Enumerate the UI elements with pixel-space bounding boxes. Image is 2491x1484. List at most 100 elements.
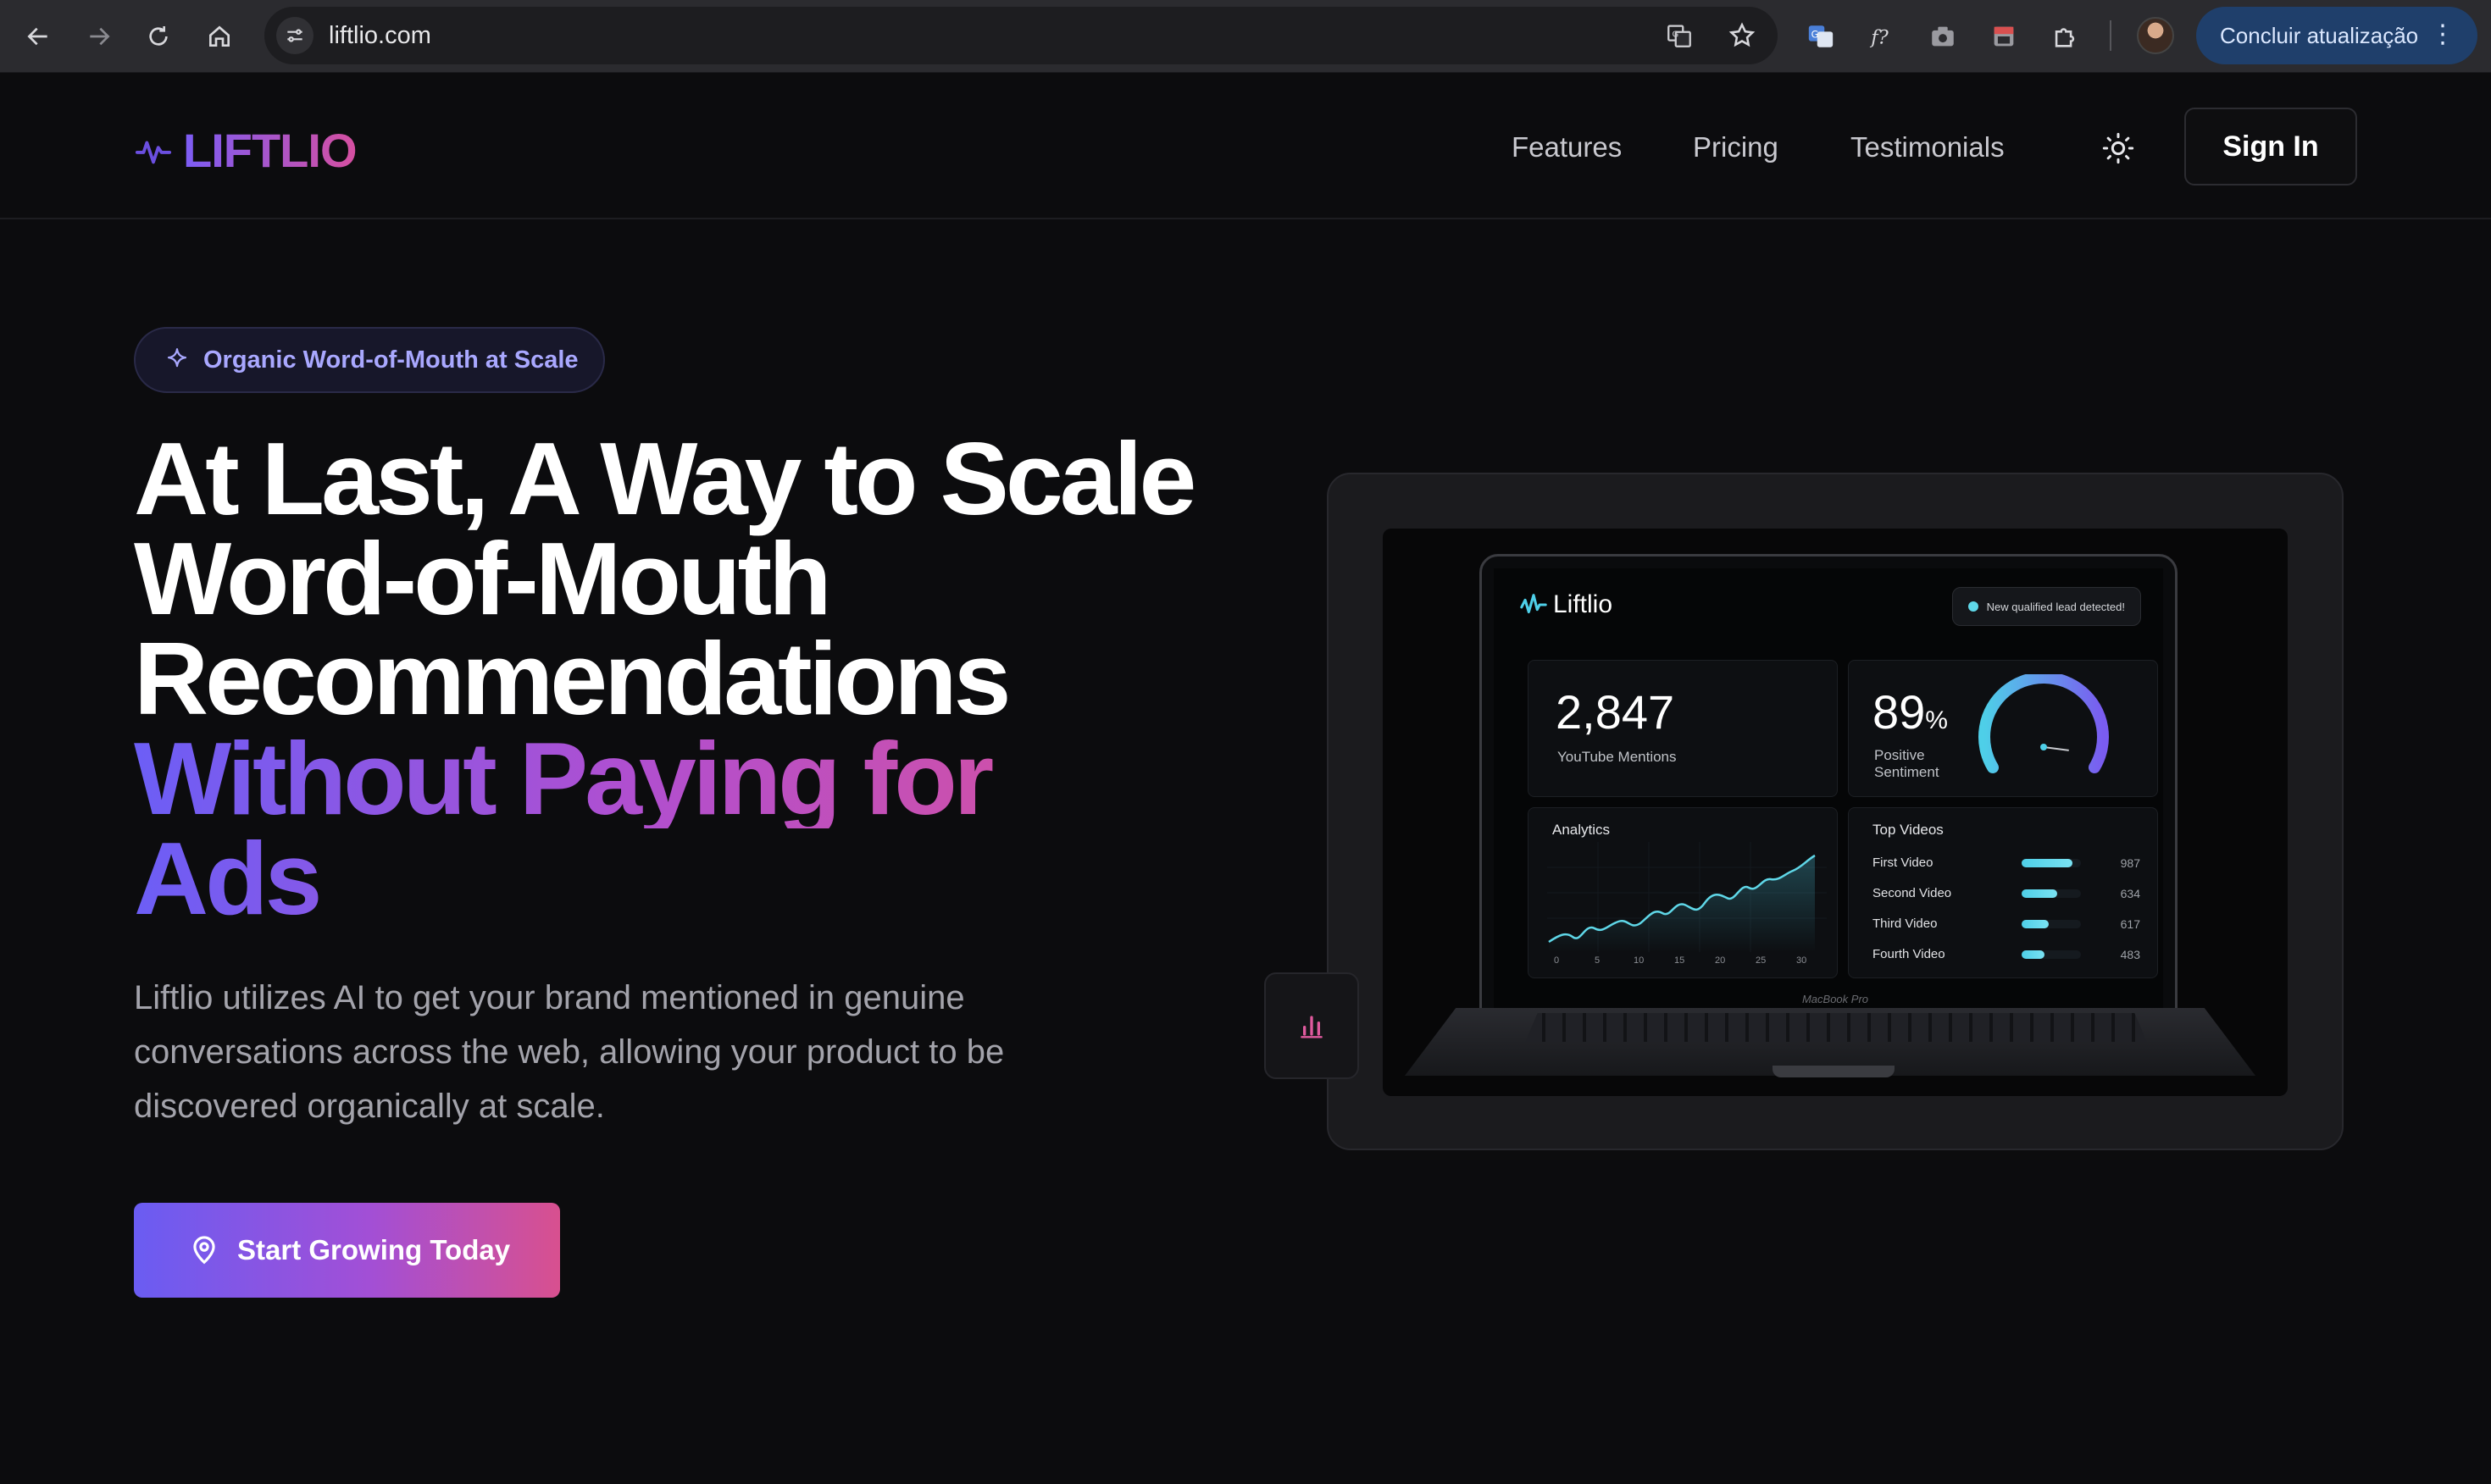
- location-pin-icon: [193, 1236, 215, 1265]
- analytics-floating-button[interactable]: [1264, 972, 1359, 1079]
- url-text[interactable]: liftlio.com: [329, 22, 431, 50]
- laptop-notch: [1773, 1066, 1895, 1077]
- sentiment-label-line-1: Positive: [1874, 747, 1925, 763]
- sentiment-label: Positive Sentiment: [1874, 747, 1939, 781]
- site-settings-icon[interactable]: [276, 17, 313, 54]
- gauge-hub: [2040, 744, 2047, 750]
- mentions-label: YouTube Mentions: [1557, 749, 1677, 765]
- address-bar[interactable]: liftlio.com G: [264, 7, 1778, 64]
- headline-line-4: Without Paying for: [134, 727, 1235, 830]
- analytics-line-chart: [1547, 842, 1827, 952]
- laptop-screen: Liftlio New qualified lead detected! 2,8…: [1494, 568, 2163, 1009]
- screenshot-extension-icon[interactable]: [1983, 15, 2025, 58]
- mentions-value: 2,847: [1556, 685, 1675, 739]
- pulse-logo-icon: [135, 141, 172, 163]
- bookmark-star-icon[interactable]: [1723, 17, 1761, 54]
- analytics-panel: Analytics 0 5 10 15 20 25 30: [1528, 807, 1838, 978]
- sentiment-value-wrap: 89%: [1872, 684, 1948, 739]
- theme-toggle-button[interactable]: [2094, 125, 2142, 172]
- headline-line-5: Ads: [134, 827, 1235, 930]
- sentiment-unit: %: [1925, 706, 1948, 734]
- nav-testimonials[interactable]: Testimonials: [1850, 131, 2005, 163]
- video-bar: [2022, 919, 2049, 928]
- list-item: Second Video 634: [1872, 886, 2154, 900]
- update-browser-label: Concluir atualização: [2220, 22, 2419, 48]
- video-value: 634: [2120, 886, 2140, 900]
- font-extension-icon[interactable]: f?: [1861, 15, 1903, 58]
- video-value: 617: [2120, 916, 2140, 931]
- menu-dots-icon[interactable]: ⋮: [2430, 22, 2455, 47]
- svg-text:G: G: [1673, 30, 1679, 39]
- sparkle-icon: [167, 348, 187, 368]
- start-growing-label: Start Growing Today: [237, 1234, 511, 1265]
- reload-button[interactable]: [137, 15, 180, 58]
- svg-text:f?: f?: [1869, 27, 1889, 49]
- google-translate-extension-icon[interactable]: G: [1800, 15, 1842, 58]
- x-tick-20: 20: [1715, 955, 1726, 966]
- logo[interactable]: LIFTLIO: [134, 123, 358, 178]
- video-bar: [2022, 858, 2072, 867]
- x-tick-5: 5: [1595, 955, 1601, 966]
- x-tick-25: 25: [1756, 955, 1767, 966]
- headline-line-1: At Last, A Way to Scale: [134, 421, 1196, 536]
- x-tick-10: 10: [1634, 955, 1645, 966]
- lead-notification-text: New qualified lead detected!: [1986, 600, 2125, 613]
- camera-extension-icon[interactable]: [1922, 15, 1964, 58]
- gauge-arc: [1978, 674, 2109, 773]
- top-videos-title: Top Videos: [1872, 822, 1944, 838]
- toolbar-separator: [2110, 20, 2111, 51]
- nav-pricing[interactable]: Pricing: [1693, 131, 1778, 163]
- laptop-keyboard: [1525, 1013, 2147, 1042]
- headline-line-2: Word-of-Mouth: [134, 521, 832, 636]
- list-item: First Video 987: [1872, 856, 2154, 870]
- update-browser-button[interactable]: Concluir atualização ⋮: [2196, 7, 2477, 64]
- x-tick-0: 0: [1554, 955, 1560, 966]
- top-videos-panel: Top Videos First Video 987 Second Video …: [1848, 807, 2158, 978]
- video-value: 987: [2120, 856, 2140, 870]
- video-bar: [2022, 950, 2044, 959]
- list-item: Third Video 617: [1872, 916, 2154, 931]
- analytics-title: Analytics: [1552, 822, 1611, 838]
- arrow-right-icon: [90, 27, 110, 46]
- nav-features[interactable]: Features: [1512, 131, 1622, 163]
- back-button[interactable]: [17, 15, 59, 58]
- profile-avatar[interactable]: [2137, 17, 2174, 54]
- hero-subtext: Liftlio utilizes AI to get your brand me…: [134, 979, 1005, 1125]
- laptop-mockup: Liftlio New qualified lead detected! 2,8…: [1383, 529, 2288, 1096]
- dashboard-app-logo: Liftlio: [1519, 590, 1612, 619]
- home-icon: [209, 25, 230, 47]
- home-button[interactable]: [198, 15, 241, 58]
- x-tick-15: 15: [1674, 955, 1685, 966]
- video-value: 483: [2120, 947, 2140, 961]
- forward-button[interactable]: [78, 15, 120, 58]
- video-name: First Video: [1872, 856, 1933, 870]
- lead-notification: New qualified lead detected!: [1951, 587, 2141, 626]
- site-header: LIFTLIO Features Pricing Testimonials Si…: [0, 74, 2491, 219]
- svg-text:G: G: [1811, 28, 1819, 40]
- mentions-panel: 2,847 YouTube Mentions: [1528, 660, 1838, 797]
- list-item: Fourth Video 483: [1872, 947, 2154, 961]
- status-dot-icon: [1967, 601, 1978, 612]
- hero-headline: At Last, A Way to Scale Word-of-Mouth Re…: [134, 421, 1235, 930]
- reload-icon: [149, 26, 168, 46]
- sign-in-button[interactable]: Sign In: [2184, 108, 2357, 186]
- video-bar: [2022, 889, 2057, 898]
- dashboard-app-name: Liftlio: [1553, 590, 1613, 618]
- video-name: Fourth Video: [1872, 947, 1945, 961]
- logo-text: LIFTLIO: [183, 124, 358, 177]
- sentiment-gauge: [1978, 674, 2109, 773]
- video-name: Second Video: [1872, 886, 1952, 900]
- video-bar-track: [2022, 889, 2081, 898]
- translate-icon[interactable]: G: [1661, 17, 1698, 54]
- start-growing-button[interactable]: Start Growing Today: [134, 1203, 560, 1298]
- bar-chart-icon: [1301, 1016, 1323, 1038]
- video-bar-track: [2022, 919, 2081, 928]
- wave-logo-icon: [1520, 594, 1547, 614]
- x-tick-30: 30: [1796, 955, 1807, 966]
- arrow-left-icon: [27, 27, 47, 46]
- gauge-needle: [2043, 746, 2069, 751]
- sentiment-panel: 89% Positive Sentiment: [1848, 660, 2158, 797]
- extensions-puzzle-icon[interactable]: [2044, 15, 2086, 58]
- video-bar-track: [2022, 858, 2081, 867]
- laptop-model-label: MacBook Pro: [1801, 993, 1869, 1005]
